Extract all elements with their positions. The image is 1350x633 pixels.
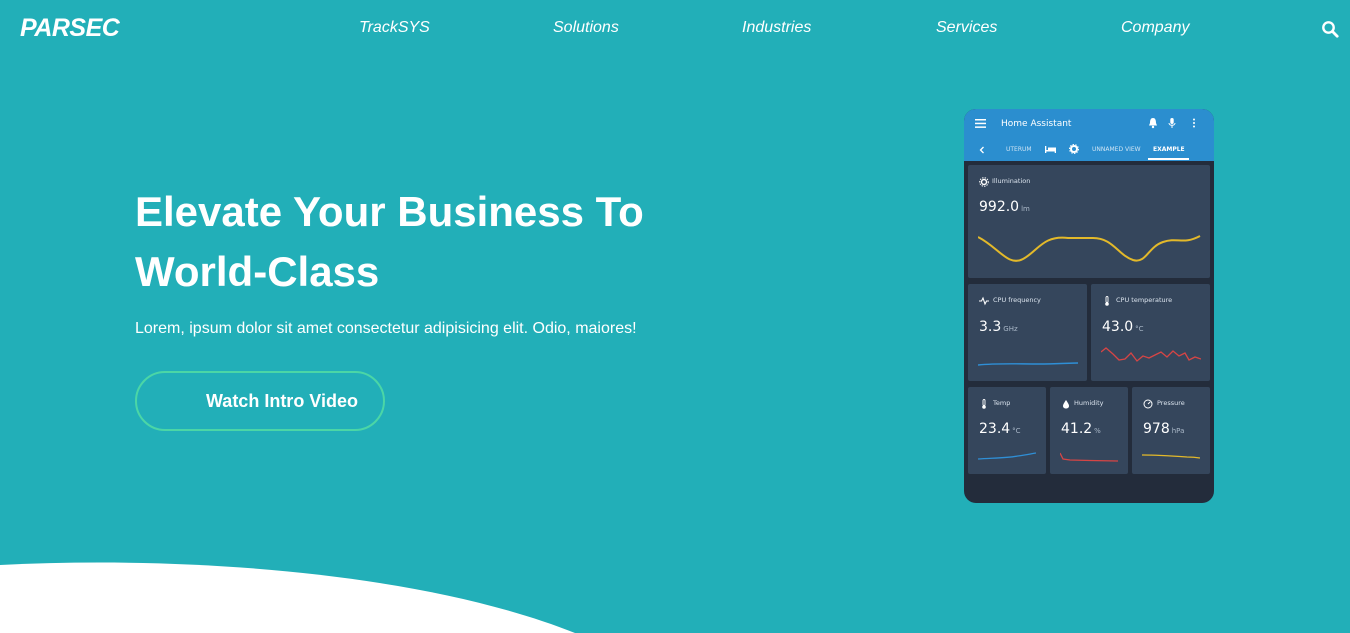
hero-subtitle: Lorem, ipsum dolor sit amet consectetur … bbox=[135, 320, 637, 337]
card-cpu-temperature: CPU temperature 43.0 °C bbox=[1091, 284, 1210, 381]
hero-title: Elevate Your Business To World-Class bbox=[135, 182, 755, 302]
card-pressure-label: Pressure bbox=[1157, 399, 1185, 407]
card-illumination: Illumination 992.0 lm bbox=[968, 165, 1210, 278]
hero-title-line-2: World-Class bbox=[135, 248, 380, 295]
nav-link-tracksys[interactable]: TrackSYS bbox=[359, 19, 430, 37]
card-pressure-value: 978 hPa bbox=[1143, 421, 1185, 437]
menu-icon bbox=[975, 119, 986, 128]
card-cpu-temperature-value: 43.0 °C bbox=[1102, 319, 1144, 335]
watch-intro-video-button[interactable]: Watch Intro Video bbox=[135, 371, 385, 431]
nav-link-services[interactable]: Services bbox=[936, 19, 997, 37]
pressure-sparkline bbox=[1142, 454, 1200, 459]
card-humidity-label: Humidity bbox=[1074, 399, 1104, 407]
card-humidity-value: 41.2% bbox=[1061, 421, 1101, 437]
brightness-icon bbox=[979, 177, 989, 187]
mockup-tab-uterum: UTERUM bbox=[1006, 146, 1032, 153]
cpu-frequency-sparkline bbox=[978, 362, 1078, 366]
bottom-wave bbox=[0, 562, 575, 633]
microphone-icon bbox=[1168, 118, 1176, 128]
card-cpu-temperature-label: CPU temperature bbox=[1116, 296, 1173, 304]
chevron-left-icon bbox=[979, 146, 984, 154]
brand-logo[interactable]: PARSEC bbox=[20, 14, 120, 43]
more-vert-icon bbox=[1193, 118, 1195, 128]
mockup-app-title: Home Assistant bbox=[1001, 119, 1072, 129]
water-drop-icon bbox=[1063, 400, 1069, 409]
card-cpu-frequency-label: CPU frequency bbox=[993, 296, 1041, 304]
hero-title-line-1: Elevate Your Business To bbox=[135, 188, 644, 235]
active-tab-indicator bbox=[1148, 158, 1189, 160]
settings-icon bbox=[1069, 144, 1079, 154]
card-temp-value: 23.4 °C bbox=[979, 421, 1021, 437]
card-temp-label: Temp bbox=[993, 399, 1011, 407]
illumination-sparkline bbox=[978, 235, 1201, 262]
card-pressure: Pressure 978 hPa bbox=[1132, 387, 1210, 474]
top-nav: PARSEC TrackSYS Solutions Industries Ser… bbox=[0, 0, 1350, 58]
nav-link-solutions[interactable]: Solutions bbox=[553, 19, 619, 37]
card-illumination-value: 992.0 lm bbox=[979, 199, 1030, 215]
nav-link-industries[interactable]: Industries bbox=[742, 19, 811, 37]
pulse-icon bbox=[979, 296, 989, 306]
card-cpu-frequency-value: 3.3 GHz bbox=[979, 319, 1018, 335]
mockup-tab-unnamed-view: UNNAMED VIEW bbox=[1092, 146, 1141, 153]
thermometer-icon bbox=[982, 399, 986, 409]
cpu-temperature-sparkline bbox=[1101, 347, 1201, 362]
bed-icon bbox=[1045, 146, 1056, 153]
card-illumination-label: Illumination bbox=[992, 177, 1031, 185]
temp-sparkline bbox=[978, 452, 1036, 460]
nav-link-company[interactable]: Company bbox=[1121, 19, 1189, 37]
card-humidity: Humidity 41.2% bbox=[1050, 387, 1128, 474]
card-cpu-frequency: CPU frequency 3.3 GHz bbox=[968, 284, 1087, 381]
bell-icon bbox=[1149, 118, 1157, 129]
gauge-icon bbox=[1143, 399, 1153, 409]
mockup-tab-example: EXAMPLE bbox=[1153, 146, 1185, 153]
card-temp: Temp 23.4 °C bbox=[968, 387, 1046, 474]
humidity-sparkline bbox=[1060, 452, 1118, 462]
search-icon[interactable] bbox=[1321, 20, 1339, 38]
thermometer-icon bbox=[1105, 296, 1109, 306]
dashboard-mockup: Home Assistant UTERUM UNNAMED VIEW EXAMP… bbox=[964, 109, 1214, 503]
